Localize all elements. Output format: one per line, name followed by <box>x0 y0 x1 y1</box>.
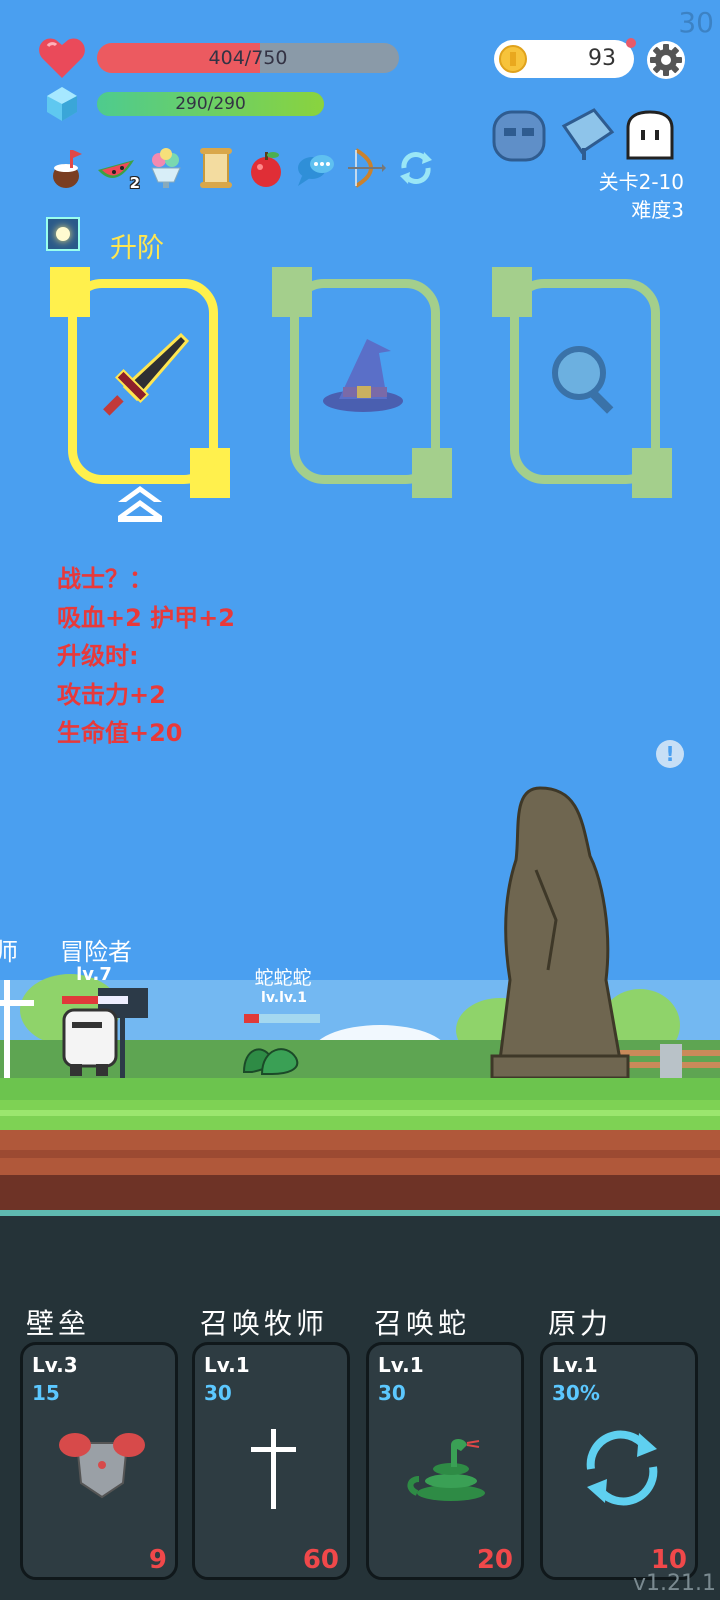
upgrade-card-magnifier[interactable] <box>492 267 672 498</box>
upgrade-title: 升阶 <box>110 233 164 264</box>
coin-counter[interactable]: 93 <box>494 40 634 78</box>
hero-level: lv.7 <box>76 964 112 985</box>
skill-level: Lv.3 <box>32 1353 78 1377</box>
skill-card-summon-snake[interactable]: Lv.1 30 20 <box>366 1342 524 1580</box>
refresh-icon <box>400 152 432 184</box>
upgrade-description: 战士？： 吸血+2 护甲+2 升级时: 攻击力+2 生命值+20 <box>57 560 235 753</box>
ground <box>0 1100 720 1210</box>
mp-bar: 290/290 <box>97 92 324 116</box>
coconut-drink-icon <box>53 150 82 188</box>
mp-text: 290/290 <box>175 94 246 114</box>
armor-icon <box>59 1433 145 1499</box>
hero-hp-fill <box>62 996 99 1004</box>
magnifier-icon <box>552 346 614 414</box>
skill-cost: 60 <box>302 1545 339 1575</box>
light-buff-icon[interactable] <box>46 217 80 251</box>
heart-icon <box>39 38 85 78</box>
skill-value: 30% <box>552 1381 600 1405</box>
skill-cost: 9 <box>148 1545 167 1575</box>
enemy-hp-bar <box>244 1014 320 1023</box>
notification-dot <box>626 38 636 48</box>
fps-counter: 30 <box>678 6 714 39</box>
inventory-item[interactable] <box>46 146 86 190</box>
skill-card-bulwark[interactable]: Lv.3 15 9 <box>20 1342 178 1580</box>
version-label: v1.21.1 <box>633 1571 716 1596</box>
hero-name: 冒险者 <box>60 938 132 966</box>
skill-value: 30 <box>204 1381 232 1405</box>
snake-icon <box>407 1439 485 1501</box>
coin-icon <box>499 45 527 73</box>
inventory-item[interactable] <box>296 146 336 190</box>
enemy-name: 蛇蛇蛇 <box>254 967 312 989</box>
skill-title: 壁垒 <box>26 1307 91 1340</box>
stage-difficulty: 难度3 <box>631 198 684 222</box>
sword-icon <box>103 332 190 416</box>
upgrade-card-wizard[interactable] <box>272 267 452 498</box>
inventory-count: 2 <box>129 174 140 192</box>
force-cycle-icon <box>586 1430 658 1506</box>
cross-icon <box>251 1429 296 1509</box>
skill-cost: 20 <box>476 1545 513 1575</box>
skill-level: Lv.1 <box>378 1353 424 1377</box>
inventory-item[interactable]: 2 <box>96 146 140 192</box>
inventory-item[interactable] <box>396 146 436 190</box>
hp-bar: 404/750 <box>97 43 399 73</box>
stage-level: 关卡2-10 <box>598 170 684 194</box>
stage-info: 关卡2-10 难度3 <box>599 168 684 224</box>
ice-cream-icon <box>151 148 181 188</box>
skill-level: Lv.1 <box>552 1353 598 1377</box>
inventory-item[interactable] <box>346 146 386 190</box>
skill-card-force[interactable]: Lv.1 30% 10 <box>540 1342 698 1580</box>
desc-line: 吸血+2 护甲+2 <box>57 603 235 632</box>
desc-line: 战士？： <box>57 565 153 593</box>
ally-name: 师 <box>0 938 18 966</box>
scroll-icon <box>200 148 232 188</box>
apple-icon <box>251 152 281 187</box>
inventory-item[interactable] <box>246 146 286 190</box>
enemy-hp-fill <box>244 1014 260 1023</box>
bow-icon <box>348 148 386 188</box>
desc-line: 攻击力+2 <box>57 680 166 709</box>
skill-title: 原力 <box>548 1307 613 1340</box>
enemy-level: lv.lv.1 <box>261 990 307 1006</box>
spirit-mask-icon[interactable] <box>490 108 550 164</box>
skill-value: 30 <box>378 1381 406 1405</box>
hero-hp-bar <box>62 996 128 1004</box>
skill-level: Lv.1 <box>204 1353 250 1377</box>
wizard-hat-icon <box>323 339 403 412</box>
skill-title: 召唤牧师 <box>200 1307 329 1340</box>
speech-bubble-icon <box>298 155 334 186</box>
inventory-item[interactable] <box>196 146 236 190</box>
gear-icon[interactable] <box>646 40 686 80</box>
skill-card-summon-priest[interactable]: Lv.1 30 60 <box>192 1342 350 1580</box>
ghost-icon[interactable] <box>624 110 676 162</box>
water-strip <box>0 1210 720 1216</box>
selected-arrow-icon <box>118 486 162 522</box>
treasure-map-icon[interactable] <box>556 108 616 164</box>
desc-line: 生命值+20 <box>57 719 183 747</box>
skill-value: 15 <box>32 1381 60 1405</box>
inventory-item[interactable] <box>146 146 186 190</box>
crystal-icon <box>47 87 77 121</box>
hp-text: 404/750 <box>208 47 288 69</box>
skill-title: 召唤蛇 <box>374 1307 471 1340</box>
desc-line: 升级时: <box>57 642 139 670</box>
upgrade-card-sword[interactable] <box>50 267 230 498</box>
inventory-bar: 2 <box>46 146 436 192</box>
battle-scene <box>0 786 720 1100</box>
coin-value: 93 <box>588 46 616 71</box>
